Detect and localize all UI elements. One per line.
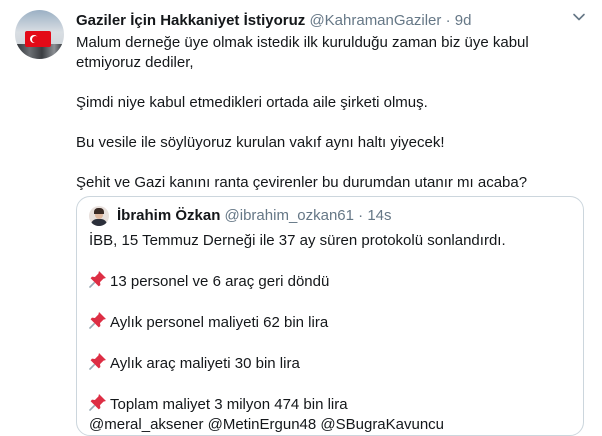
- quoted-bullet-text: 13 personel ve 6 araç geri döndü: [110, 273, 330, 290]
- quoted-bullet: Aylık personel maliyeti 62 bin lira: [89, 311, 569, 333]
- quoted-bullet-text: Toplam maliyet 3 milyon 474 bin lira: [110, 396, 348, 413]
- tweet-paragraph: Şimdi niye kabul etmedikleri ortada aile…: [76, 94, 428, 111]
- separator-dot: ·: [445, 12, 451, 29]
- tweet-paragraph: Şehit ve Gazi kanını ranta çevirenler bu…: [76, 174, 528, 191]
- tweet-paragraph: Bu vesile ile söylüyoruz kurulan vakıf a…: [76, 134, 445, 151]
- pushpin-icon: [89, 394, 106, 411]
- quoted-tweet-text: İBB, 15 Temmuz Derneği ile 37 ay süren p…: [89, 231, 569, 435]
- quoted-author-name[interactable]: İbrahim Özkan: [117, 207, 220, 224]
- author-avatar[interactable]: [15, 10, 64, 59]
- pushpin-icon: [89, 271, 106, 288]
- quoted-bullet-text: Aylık araç maliyeti 30 bin lira: [110, 355, 300, 372]
- tweet-menu-button[interactable]: [570, 10, 588, 28]
- quoted-bullet: Toplam maliyet 3 milyon 474 bin lira: [89, 393, 569, 415]
- quoted-bullet-text: Aylık personel maliyeti 62 bin lira: [110, 314, 329, 331]
- quoted-tweet[interactable]: İbrahim Özkan @ibrahim_ozkan61 · 14s İBB…: [76, 196, 584, 436]
- quoted-author-handle[interactable]: @ibrahim_ozkan61: [225, 207, 354, 224]
- separator-dot: ·: [358, 207, 364, 224]
- quoted-author-avatar[interactable]: [89, 206, 109, 226]
- quoted-mentions[interactable]: @meral_aksener @MetinErgun48 @SBugraKavu…: [89, 415, 569, 435]
- tweet[interactable]: Gaziler İçin Hakkaniyet İstiyoruz @Kahra…: [0, 0, 602, 436]
- quoted-bullet: Aylık araç maliyeti 30 bin lira: [89, 352, 569, 374]
- quoted-bullet: 13 personel ve 6 araç geri döndü: [89, 270, 569, 292]
- author-handle[interactable]: @KahramanGaziler: [309, 12, 441, 29]
- pushpin-icon: [89, 312, 106, 329]
- pushpin-icon: [89, 353, 106, 370]
- tweet-timestamp[interactable]: 9d: [455, 12, 472, 29]
- quoted-tweet-timestamp[interactable]: 14s: [367, 207, 391, 224]
- quoted-tweet-header: İbrahim Özkan @ibrahim_ozkan61 · 14s: [117, 206, 392, 226]
- chevron-down-icon: [573, 13, 585, 21]
- quoted-intro: İBB, 15 Temmuz Derneği ile 37 ay süren p…: [89, 232, 506, 249]
- author-name[interactable]: Gaziler İçin Hakkaniyet İstiyoruz: [76, 12, 305, 29]
- tweet-paragraph: Malum derneğe üye olmak istedik ilk kuru…: [76, 34, 529, 71]
- tweet-header: Gaziler İçin Hakkaniyet İstiyoruz @Kahra…: [76, 12, 471, 30]
- tweet-text: Malum derneğe üye olmak istedik ilk kuru…: [76, 33, 586, 213]
